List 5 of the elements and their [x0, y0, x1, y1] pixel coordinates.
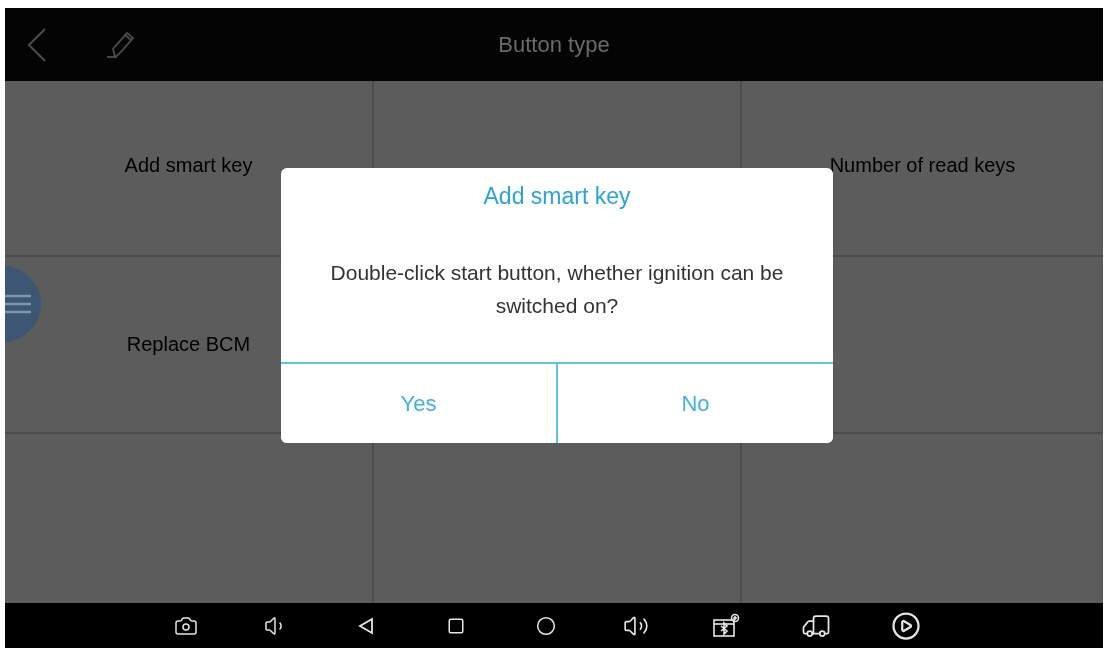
tile-label: Add smart key: [124, 153, 253, 177]
screen-title: Button type: [498, 31, 610, 58]
tile-label: Replace BCM: [126, 333, 251, 356]
dialog-title: Add smart key: [483, 183, 631, 210]
tile-label: Number of read keys: [829, 153, 1016, 177]
